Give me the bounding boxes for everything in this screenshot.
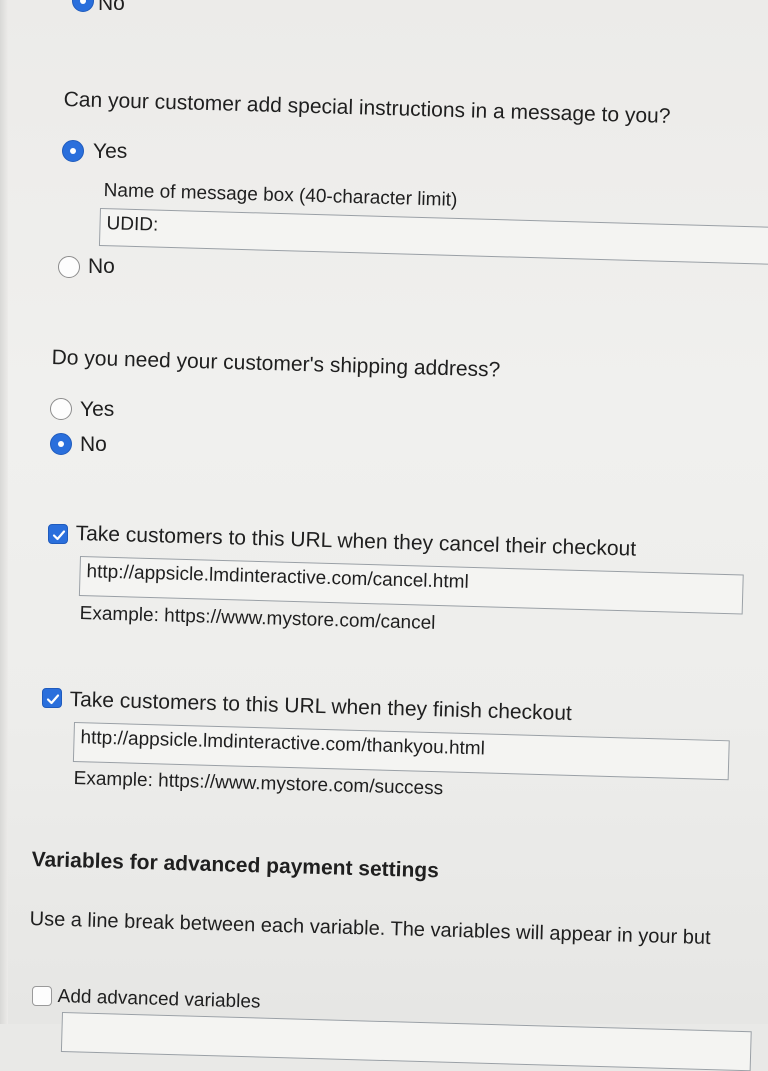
- cancel-url-value: http://appsicle.lmdinteractive.com/cance…: [86, 561, 469, 593]
- message-box-name-value: UDID:: [106, 213, 159, 236]
- shipping-yes-radio[interactable]: [50, 398, 72, 420]
- finish-url-checkbox[interactable]: [42, 688, 62, 708]
- shipping-yes-label: Yes: [80, 398, 115, 421]
- special-instructions-no-radio[interactable]: [58, 256, 80, 278]
- special-instructions-yes-label: Yes: [93, 140, 128, 163]
- cancel-url-checkbox[interactable]: [48, 524, 68, 544]
- add-advanced-variables-checkbox[interactable]: [32, 986, 52, 1006]
- special-instructions-no-label: No: [88, 255, 115, 278]
- shipping-no-radio[interactable]: [50, 433, 72, 455]
- checkmark-icon: [52, 530, 66, 541]
- checkmark-icon: [46, 694, 60, 705]
- window-edge: [0, 0, 8, 1024]
- shipping-no-label: No: [80, 433, 107, 456]
- special-instructions-yes-radio[interactable]: [62, 140, 84, 162]
- previous-no-label: No: [98, 0, 125, 15]
- finish-url-value: http://appsicle.lmdinteractive.com/thank…: [80, 727, 486, 760]
